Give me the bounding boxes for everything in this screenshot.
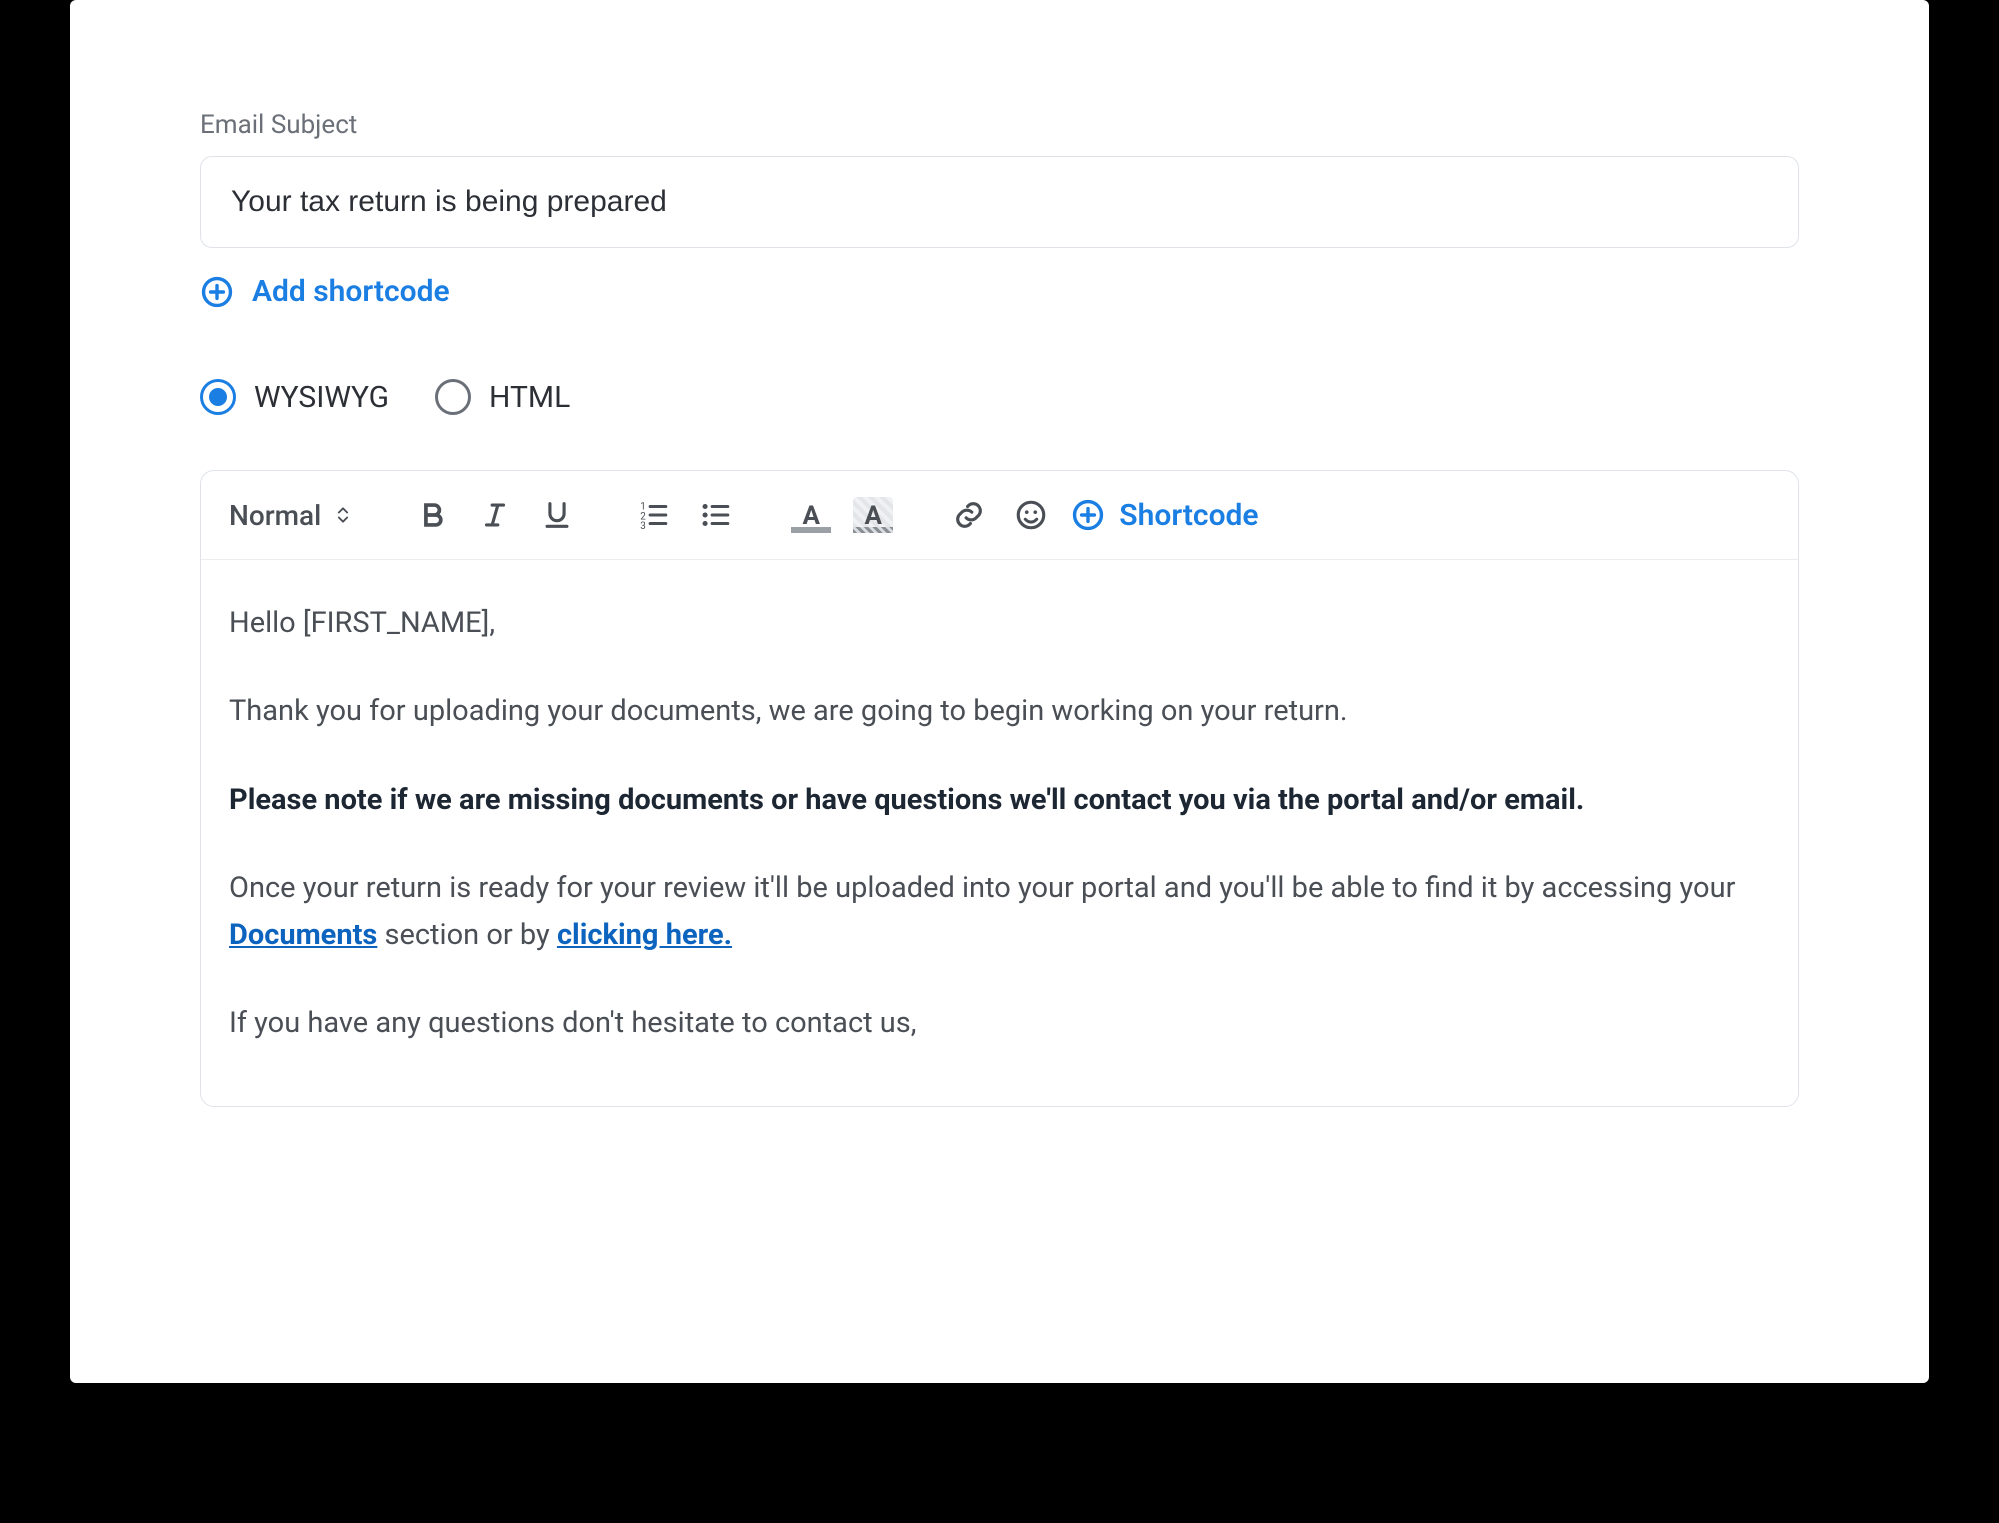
documents-link[interactable]: Documents [229,918,377,952]
body-text: section or by [377,918,557,952]
radio-dot-icon [435,379,471,415]
editor-content[interactable]: Hello [FIRST_NAME], Thank you for upload… [201,560,1798,1106]
background-color-icon: A [853,497,893,533]
unordered-list-button[interactable] [693,493,737,537]
mode-radio-html-label: HTML [489,380,570,415]
editor-mode-group: WYSIWYG HTML [200,379,1799,415]
text-color-button[interactable]: A [789,493,833,537]
bold-icon [416,498,450,532]
italic-button[interactable] [473,493,517,537]
insert-link-button[interactable] [947,493,991,537]
add-shortcode-label: Add shortcode [252,274,450,309]
email-template-card: Email Subject Add shortcode WYSIWYG HTML… [70,0,1929,1383]
rich-text-editor: Normal [200,470,1799,1107]
unordered-list-icon [698,498,732,532]
sort-icon [333,505,353,525]
italic-icon [478,498,512,532]
emoji-icon [1014,498,1048,532]
svg-text:3: 3 [641,521,647,532]
editor-toolbar: Normal [201,471,1798,560]
insert-shortcode-button[interactable]: Shortcode [1071,498,1258,533]
body-paragraph: Once your return is ready for your revie… [229,865,1770,958]
mode-radio-wysiwyg-label: WYSIWYG [254,380,389,415]
email-subject-input[interactable] [200,156,1799,248]
insert-emoji-button[interactable] [1009,493,1053,537]
ordered-list-icon: 1 2 3 [636,498,670,532]
body-paragraph: If you have any questions don't hesitate… [229,1000,1770,1046]
ordered-list-button[interactable]: 1 2 3 [631,493,675,537]
radio-dot-icon [200,379,236,415]
body-paragraph: Hello [FIRST_NAME], [229,600,1770,646]
body-paragraph: Please note if we are missing documents … [229,777,1770,823]
mode-radio-wysiwyg[interactable]: WYSIWYG [200,379,389,415]
underline-button[interactable] [535,493,579,537]
plus-circle-icon [200,275,234,309]
body-paragraph: Thank you for uploading your documents, … [229,688,1770,734]
link-icon [952,498,986,532]
underline-icon [540,498,574,532]
bold-button[interactable] [411,493,455,537]
format-dropdown[interactable]: Normal [223,499,359,532]
body-text: Once your return is ready for your revie… [229,871,1735,905]
mode-radio-html[interactable]: HTML [435,379,570,415]
body-bold: Please note if we are missing documents … [229,783,1584,817]
clicking-here-link[interactable]: clicking here. [557,918,732,952]
format-dropdown-label: Normal [229,499,321,532]
background-color-button[interactable]: A [851,493,895,537]
plus-circle-icon [1071,498,1105,532]
email-subject-label: Email Subject [200,110,1799,140]
text-color-icon: A [791,497,831,533]
insert-shortcode-label: Shortcode [1119,498,1258,533]
add-shortcode-button[interactable]: Add shortcode [200,274,450,309]
